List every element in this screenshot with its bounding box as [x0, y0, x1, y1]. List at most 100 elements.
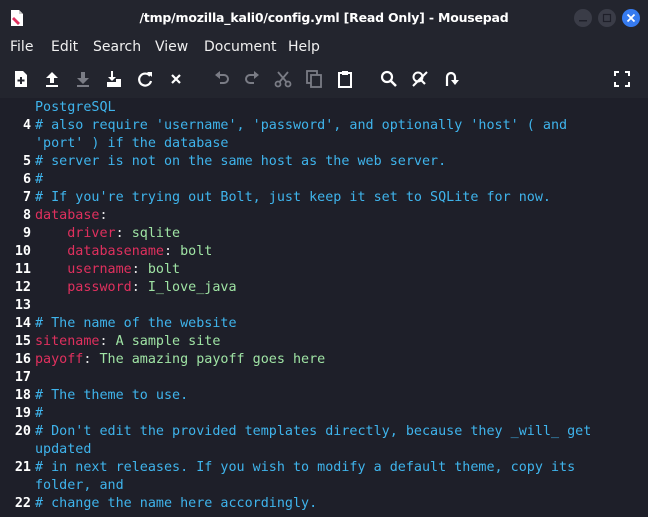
search-icon[interactable] [379, 69, 399, 89]
editor-line[interactable]: 11 username: bolt [0, 261, 648, 279]
maximize-icon [602, 13, 612, 23]
editor-line[interactable]: 19 # [0, 405, 648, 423]
line-text: # [35, 405, 43, 423]
line-text: # The theme to use. [35, 387, 188, 405]
editor-line[interactable]: 14 # The name of the website [0, 315, 648, 333]
code-token: : [99, 208, 108, 223]
line-number: 5 [22, 154, 31, 169]
menu-file[interactable]: File [10, 39, 33, 55]
editor-line[interactable]: 7 # If you're trying out Bolt, just keep … [0, 189, 648, 207]
code-token: : [99, 334, 116, 349]
line-text: updated [35, 441, 91, 459]
mousepad-window: /tmp/mozilla_kali0/config.yml [Read Only… [0, 0, 648, 517]
line-number: 12 [14, 280, 31, 295]
undo-icon[interactable] [212, 69, 232, 89]
line-number: 8 [22, 208, 31, 223]
editor-line[interactable]: 15 sitename: A sample site [0, 333, 648, 351]
redo-icon[interactable] [242, 69, 262, 89]
line-number: 17 [14, 370, 31, 385]
code-token: updated [35, 442, 92, 457]
menu-edit[interactable]: Edit [51, 39, 78, 55]
editor-line[interactable]: 20 # Don't edit the provided templates di… [0, 423, 648, 441]
line-text: password: I_love_java [35, 279, 237, 297]
editor-line[interactable]: 18 # The theme to use. [0, 387, 648, 405]
download-icon[interactable] [73, 69, 93, 89]
window-title: /tmp/mozilla_kali0/config.yml [Read Only… [139, 10, 509, 25]
title-bar[interactable]: /tmp/mozilla_kali0/config.yml [Read Only… [0, 0, 648, 36]
editor-line[interactable]: 8 database: [0, 207, 648, 225]
editor-line[interactable]: 16 payoff: The amazing payoff goes here [0, 351, 648, 369]
editor-line[interactable]: 22 # change the name here accordingly. [0, 495, 648, 513]
text-editor-area[interactable]: PostgreSQL 4 # also require 'username', 'p… [0, 98, 648, 517]
line-text: # Don't edit the provided templates dire… [35, 423, 591, 441]
save-as-icon[interactable] [104, 69, 124, 89]
code-token: : [131, 280, 148, 295]
editor-line[interactable]: PostgreSQL [0, 99, 648, 117]
paste-icon[interactable] [335, 69, 355, 89]
code-token: # also require 'username', 'password', a… [35, 118, 568, 133]
close-icon [626, 13, 636, 23]
code-token: database [35, 208, 100, 223]
replace-icon[interactable] [410, 69, 430, 89]
line-number: 13 [14, 298, 31, 313]
code-token: : [164, 244, 181, 259]
new-document-icon[interactable] [11, 69, 31, 89]
line-number: 20 [14, 424, 31, 439]
line-text: # also require 'username', 'password', a… [35, 117, 567, 135]
menu-document[interactable]: Document [204, 39, 277, 55]
code-token: # The name of the website [35, 316, 237, 331]
code-token: # The theme to use. [35, 388, 189, 403]
editor-line[interactable]: 'port' ) if the database [0, 135, 648, 153]
fullscreen-icon[interactable] [612, 69, 632, 89]
code-token: folder, and [35, 478, 124, 493]
close-window-button[interactable] [622, 9, 640, 27]
editor-line[interactable]: 9 driver: sqlite [0, 225, 648, 243]
copy-icon[interactable] [304, 69, 324, 89]
code-token: PostgreSQL [35, 100, 116, 115]
close-document-icon[interactable] [166, 69, 186, 89]
line-text: payoff: The amazing payoff goes here [35, 351, 325, 369]
code-token: I_love_java [147, 280, 237, 295]
editor-line[interactable]: 10 databasename: bolt [0, 243, 648, 261]
line-text: sitename: A sample site [35, 333, 220, 351]
goto-icon[interactable] [441, 69, 461, 89]
reload-icon[interactable] [135, 69, 155, 89]
code-token: password [67, 280, 132, 295]
line-text: username: bolt [35, 261, 180, 279]
line-number: 14 [14, 316, 31, 331]
line-text: database: [35, 207, 108, 225]
line-text: # change the name here accordingly. [35, 495, 317, 513]
editor-line[interactable]: 12 password: I_love_java [0, 279, 648, 297]
editor-line[interactable]: 6 # [0, 171, 648, 189]
menu-search[interactable]: Search [93, 39, 141, 55]
line-number: 18 [14, 388, 31, 403]
upload-icon[interactable] [42, 69, 62, 89]
editor-line[interactable]: 21 # in next releases. If you wish to mod… [0, 459, 648, 477]
minimize-button[interactable] [574, 9, 592, 27]
menu-view[interactable]: View [155, 39, 188, 55]
editor-line[interactable]: 17 [0, 369, 648, 387]
code-token: databasename [67, 244, 164, 259]
line-text: # The name of the website [35, 315, 237, 333]
menu-help[interactable]: Help [288, 39, 320, 55]
cut-icon[interactable] [273, 69, 293, 89]
editor-line[interactable]: updated [0, 441, 648, 459]
code-token: # Don't edit the provided templates dire… [35, 424, 592, 439]
maximize-button[interactable] [598, 9, 616, 27]
code-token: payoff [35, 352, 84, 367]
line-text: # If you're trying out Bolt, just keep i… [35, 189, 551, 207]
code-token: # change the name here accordingly. [35, 496, 318, 511]
line-number: 15 [14, 334, 31, 349]
line-text: databasename: bolt [35, 243, 212, 261]
editor-line[interactable]: 13 [0, 297, 648, 315]
editor-line[interactable]: 5 # server is not on the same host as the… [0, 153, 648, 171]
editor-line[interactable]: folder, and [0, 477, 648, 495]
editor-line[interactable]: 4 # also require 'username', 'password', … [0, 117, 648, 135]
line-number: 21 [14, 460, 31, 475]
line-number: 16 [14, 352, 31, 367]
line-text: # [35, 171, 43, 189]
line-text: 'port' ) if the database [35, 135, 228, 153]
